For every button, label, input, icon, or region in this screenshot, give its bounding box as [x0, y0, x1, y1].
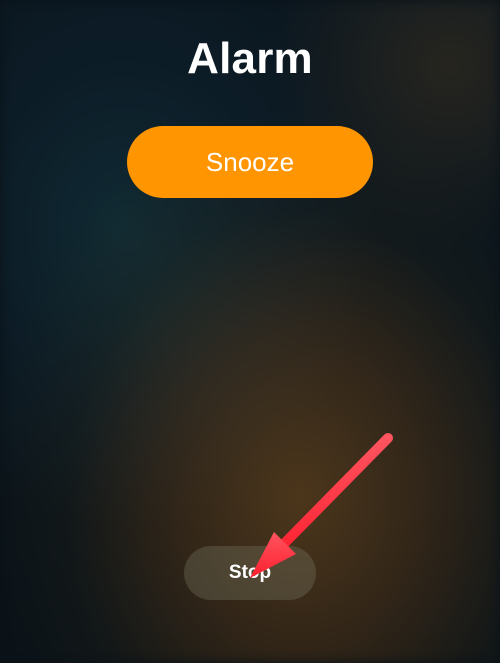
alarm-screen: Alarm Snooze Stop: [0, 0, 500, 663]
snooze-button[interactable]: Snooze: [127, 126, 373, 198]
snooze-button-label: Snooze: [206, 147, 294, 178]
stop-button-label: Stop: [229, 562, 271, 584]
stop-button[interactable]: Stop: [184, 546, 316, 600]
alarm-title: Alarm: [187, 34, 313, 84]
